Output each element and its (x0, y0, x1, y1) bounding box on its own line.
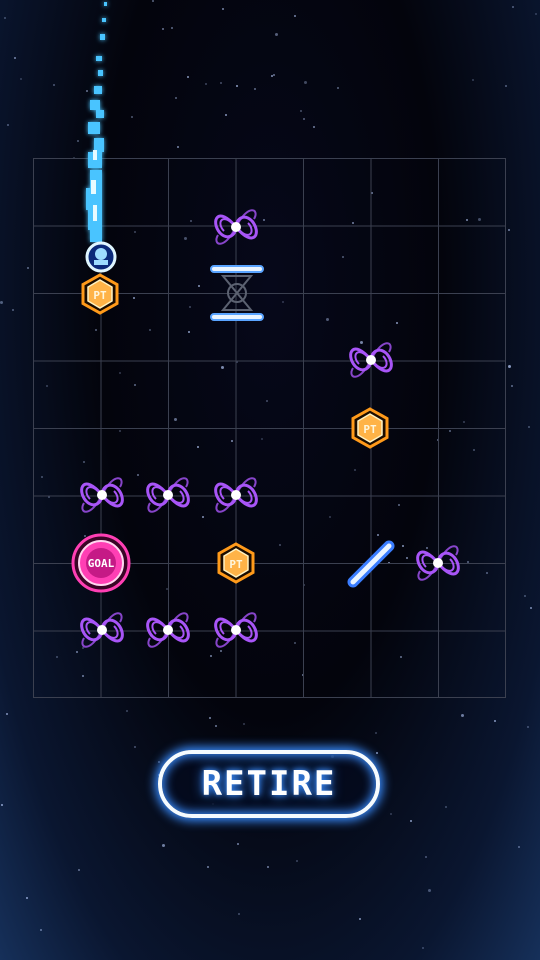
star (527, 726, 529, 728)
warp-hole-icon (349, 342, 393, 378)
star (152, 0, 154, 2)
star (4, 17, 6, 19)
star (530, 607, 532, 609)
star (300, 110, 302, 112)
star (134, 746, 136, 748)
star (158, 761, 160, 763)
warp-hole-icon (214, 612, 258, 648)
star (215, 725, 217, 727)
star (53, 84, 55, 86)
star (40, 929, 42, 931)
warp-hole-icon (80, 612, 124, 648)
star (304, 81, 307, 84)
star (7, 124, 9, 126)
star (337, 87, 339, 89)
star (209, 717, 211, 719)
star (294, 15, 296, 17)
star (422, 947, 424, 949)
star (222, 8, 224, 10)
point-label: PT (363, 423, 377, 436)
star (428, 889, 431, 892)
star (236, 85, 238, 87)
star (511, 385, 513, 387)
goal-label: GOAL (88, 557, 115, 570)
star (508, 229, 510, 231)
star (375, 732, 377, 734)
star (410, 820, 412, 822)
game-stage: PT PT PT GOAL RETIRE (0, 0, 540, 960)
star (524, 595, 526, 597)
star (275, 33, 278, 36)
star (171, 27, 173, 29)
star (207, 866, 209, 868)
point-coin-icon: PT (351, 407, 389, 449)
goal-icon: GOAL (71, 533, 131, 593)
star (376, 752, 378, 754)
star (162, 28, 164, 30)
star (220, 82, 222, 84)
star (175, 97, 177, 99)
player-trail (86, 2, 107, 242)
star (518, 846, 520, 848)
star (12, 309, 14, 311)
star (505, 85, 507, 87)
star (27, 267, 29, 269)
point-label: PT (229, 558, 243, 571)
star (14, 57, 16, 59)
star (425, 856, 427, 858)
point-label: PT (93, 289, 107, 302)
star (472, 79, 474, 81)
player-ship-icon (85, 241, 117, 273)
star (535, 13, 537, 15)
star (494, 720, 496, 722)
star (162, 844, 165, 847)
star (1, 804, 3, 806)
star (238, 913, 240, 915)
star (303, 118, 305, 120)
warp-hole-icon (80, 477, 124, 513)
star (78, 869, 80, 871)
star (187, 76, 189, 78)
star (205, 83, 207, 85)
star (359, 918, 361, 920)
point-coin-icon: PT (217, 542, 255, 584)
point-coin-icon: PT (81, 273, 119, 315)
warp-hole-icon (416, 545, 460, 581)
warp-hole-icon (214, 477, 258, 513)
star (20, 78, 22, 80)
retire-button-label: RETIRE (201, 764, 337, 804)
warp-hole-icon (146, 477, 190, 513)
star (126, 710, 128, 712)
barrier-gate-icon (210, 265, 264, 321)
star (461, 714, 464, 717)
star (237, 843, 239, 845)
star (390, 813, 392, 815)
star (243, 723, 245, 725)
retire-button[interactable]: RETIRE (158, 750, 380, 818)
star (254, 88, 256, 90)
star (313, 126, 315, 128)
warp-hole-icon (214, 209, 258, 245)
star (6, 713, 8, 715)
star (225, 114, 227, 116)
star (528, 426, 530, 428)
star (512, 6, 514, 8)
star (267, 866, 269, 868)
star (508, 365, 511, 368)
star (0, 301, 3, 304)
star (26, 897, 28, 899)
star (445, 806, 447, 808)
diagonal-reflector-icon (347, 540, 395, 588)
star (177, 146, 179, 148)
star (273, 74, 275, 76)
star (296, 860, 298, 862)
warp-hole-icon (146, 612, 190, 648)
